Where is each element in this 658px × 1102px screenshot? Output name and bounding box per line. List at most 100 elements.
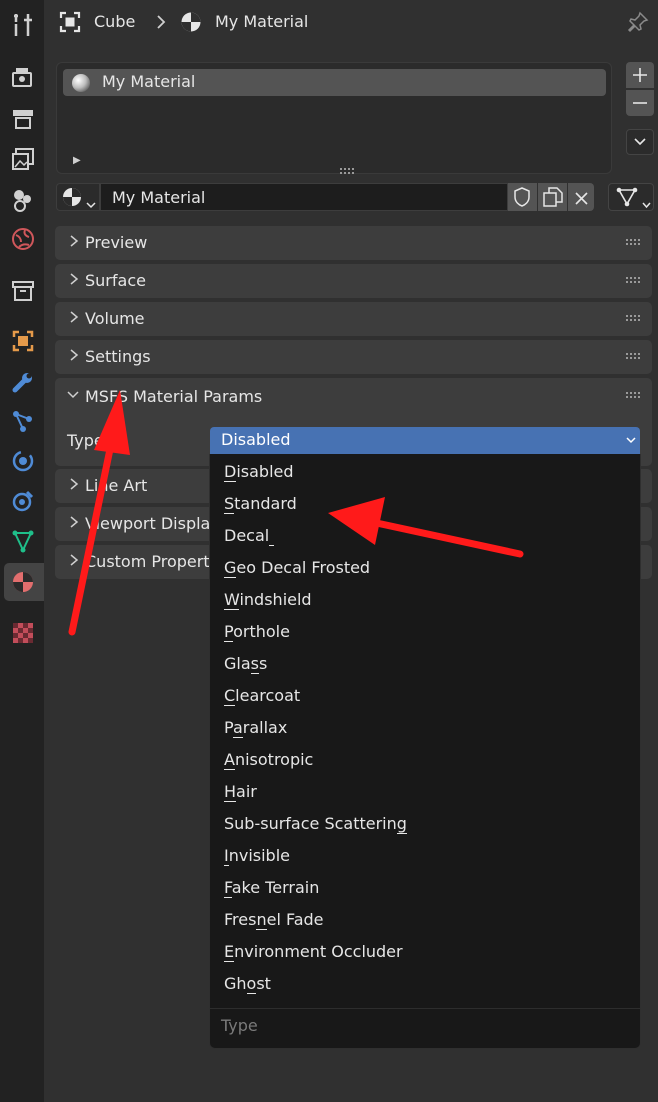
link-mode-button[interactable] (608, 183, 654, 211)
dropdown-option[interactable]: Geo Decal Frosted (224, 558, 370, 584)
option-label-start: Fres (224, 910, 257, 929)
option-hotkey-letter: g (396, 814, 407, 834)
option-label-start: Gh (224, 974, 247, 993)
chevron-down-icon (626, 437, 636, 444)
chevron-down-icon (634, 138, 646, 146)
chevron-down-icon (67, 391, 79, 399)
collection-icon[interactable] (10, 278, 36, 304)
dropdown-option[interactable]: Environment Occluder (224, 942, 403, 968)
material-icon (180, 11, 202, 37)
unlink-material-button[interactable] (568, 183, 594, 211)
browse-material-button[interactable] (56, 183, 100, 211)
option-label-end: tandard (234, 494, 297, 513)
particles-icon[interactable] (10, 408, 36, 434)
mesh-data-icon (616, 187, 638, 211)
material-name-value: My Material (112, 188, 206, 207)
panel-volume-label: Volume (85, 309, 145, 328)
drag-handle-icon (626, 392, 640, 398)
material-name-field[interactable]: My Material (100, 183, 508, 211)
material-icon[interactable] (10, 569, 36, 595)
drag-handle-icon (626, 239, 640, 245)
dropdown-option[interactable]: Parallax (224, 718, 287, 744)
dropdown-option[interactable]: Disabled (224, 462, 294, 488)
drag-handle-icon (626, 315, 640, 321)
dropdown-option[interactable]: Hair (224, 782, 257, 808)
material-preview-icon (71, 73, 91, 97)
chevron-right-icon (156, 14, 166, 34)
dropdown-separator (210, 1008, 640, 1009)
option-label-end: rallax (242, 718, 288, 737)
remove-slot-button[interactable] (626, 90, 654, 116)
dropdown-option[interactable]: Anisotropic (224, 750, 313, 776)
chevron-right-icon (70, 273, 79, 285)
option-label-end: learcoat (235, 686, 301, 705)
shield-icon (513, 187, 531, 211)
add-slot-button[interactable] (626, 62, 654, 88)
option-label-end: st (256, 974, 271, 993)
option-hotkey-letter: A (224, 750, 235, 770)
render-icon[interactable] (10, 64, 36, 90)
panel-msfs-label[interactable]: MSFS Material Params (85, 387, 262, 406)
panel-line-art-label: Line Art (85, 476, 148, 495)
chevron-right-icon (70, 478, 79, 490)
option-label-end: isabled (236, 462, 294, 481)
data-icon[interactable] (10, 528, 36, 554)
expand-triangle-icon[interactable]: ▶ (73, 155, 81, 166)
option-label-start: Gla (224, 654, 251, 673)
dropdown-option[interactable]: Sub-surface Scattering (224, 814, 407, 840)
constraints-icon[interactable] (10, 488, 36, 514)
dropdown-option[interactable]: Glass (224, 654, 267, 680)
option-hotkey-letter: E (224, 942, 235, 962)
option-label-end: eo Decal Frosted (236, 558, 371, 577)
dropdown-option[interactable]: Clearcoat (224, 686, 300, 712)
panel-settings[interactable]: Settings (55, 340, 652, 374)
fake-user-button[interactable] (508, 183, 537, 211)
dropdown-option[interactable]: Porthole (224, 622, 290, 648)
physics-icon[interactable] (10, 448, 36, 474)
option-label-end: air (236, 782, 257, 801)
type-dropdown-menu: Disabled Standard Decal Geo Decal Frosted W… (209, 454, 641, 1049)
drag-handle-icon (626, 353, 640, 359)
list-item[interactable]: My Material (63, 69, 606, 96)
view-layer-icon[interactable] (10, 146, 36, 172)
dropdown-search-field[interactable]: Type (221, 1016, 258, 1035)
tool-icon[interactable] (10, 12, 36, 38)
option-label-end: nvisible (228, 846, 290, 865)
panel-preview[interactable]: Preview (55, 226, 652, 260)
dropdown-option[interactable]: Fresnel Fade (224, 910, 324, 936)
pin-icon[interactable] (627, 11, 649, 36)
dropdown-option[interactable]: Fake Terrain (224, 878, 319, 904)
material-slot-list[interactable]: My Material ▶ (56, 62, 612, 174)
dropdown-option[interactable]: Windshield (224, 590, 312, 616)
breadcrumb-material: My Material (215, 12, 309, 31)
plus-icon (633, 68, 647, 82)
option-hotkey-letter: H (224, 782, 237, 802)
duplicate-material-button[interactable] (538, 183, 567, 211)
scene-icon[interactable] (10, 187, 36, 213)
dropdown-option[interactable]: Standard (224, 494, 297, 520)
slot-specials-button[interactable] (626, 129, 654, 155)
object-icon[interactable] (10, 328, 36, 354)
object-icon (59, 11, 81, 37)
option-hotkey-letter: F (224, 878, 232, 898)
option-label-end: orthole (233, 622, 290, 641)
modifier-icon[interactable] (10, 369, 36, 395)
world-icon[interactable] (10, 226, 36, 252)
type-label: Type (67, 431, 104, 450)
output-icon[interactable] (10, 106, 36, 132)
option-hotkey-letter: G (224, 558, 237, 578)
panel-volume[interactable]: Volume (55, 302, 652, 336)
dropdown-option[interactable]: Decal (224, 526, 275, 552)
dropdown-option[interactable]: Ghost (224, 974, 271, 1000)
breadcrumb: Cube My Material (44, 0, 658, 44)
option-hotkey-letter: a (232, 718, 243, 738)
panel-surface[interactable]: Surface (55, 264, 652, 298)
chevron-down-icon (642, 194, 651, 213)
panel-preview-label: Preview (85, 233, 148, 252)
dropdown-option[interactable]: Invisible (224, 846, 290, 872)
type-select[interactable]: Disabled (210, 427, 640, 454)
resize-grip-icon[interactable] (340, 159, 356, 178)
option-hotkey-letter: P (224, 622, 234, 642)
texture-icon[interactable] (10, 620, 36, 646)
option-hotkey-letter (269, 526, 275, 546)
